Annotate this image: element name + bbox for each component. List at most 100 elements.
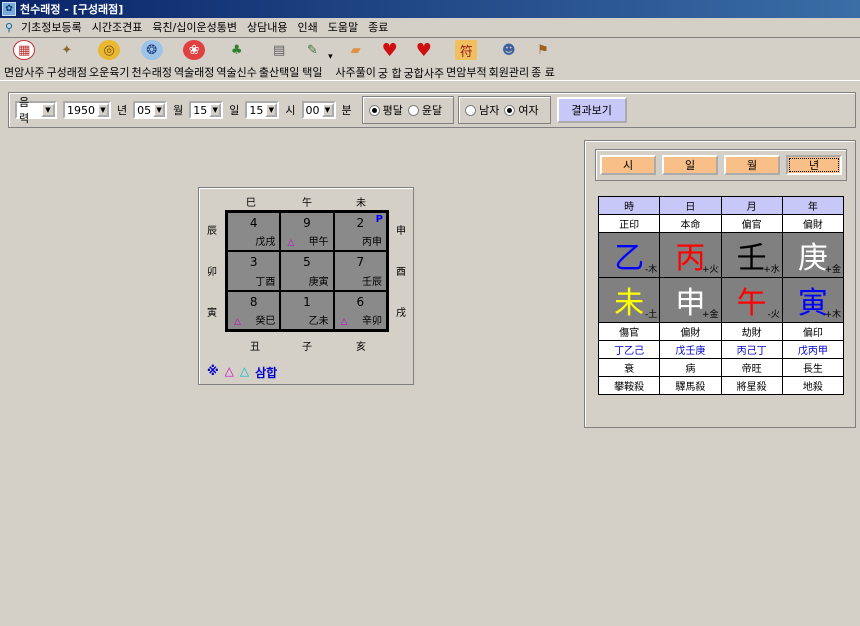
talisman-icon: 符 xyxy=(455,40,478,60)
palace-cell[interactable]: 4 戊戌 xyxy=(227,212,281,252)
tab-year[interactable]: 년 xyxy=(786,155,842,175)
ten-god-cell: 偏財 xyxy=(781,214,845,233)
toolbar-cheonsu-raejeong[interactable]: ❂ 천수래정 xyxy=(131,38,172,80)
pillar-tabs: 시 일 월 년 xyxy=(595,149,847,181)
samhap-legend: ※ △ △ 삼합 xyxy=(207,364,277,381)
life-stage-cell: 長生 xyxy=(781,358,845,377)
toolbar-member-management[interactable]: ☻ 회원관리 xyxy=(489,38,529,80)
toolbar-yeoksul-sinsu[interactable]: ♣ 역술신수 xyxy=(216,38,256,80)
month-unit-label: 월 xyxy=(173,104,184,117)
tab-day[interactable]: 일 xyxy=(662,155,718,175)
palace-cell[interactable]: 8 △ 癸巳 xyxy=(227,290,281,330)
menu-time-table[interactable]: 시간조견표 xyxy=(87,19,148,35)
stem-cell: 壬 +水 xyxy=(720,232,783,278)
calendar-icon: ▦ xyxy=(13,40,36,60)
toolbar-myeonam-saju[interactable]: ▦ 면암사주 xyxy=(4,38,44,80)
pillar-header: 時 xyxy=(597,196,661,215)
stem-cell: 庚 +金 xyxy=(781,232,845,278)
day-select[interactable]: 15 ▼ xyxy=(189,101,224,119)
show-result-button[interactable]: 결과보기 xyxy=(556,97,627,123)
life-stage-cell: 病 xyxy=(659,358,722,377)
toolbar-gunghap-saju[interactable]: ♥ 궁합사주 xyxy=(404,38,444,80)
menu-help[interactable]: 도움말 xyxy=(323,19,363,35)
branch-char: 未 xyxy=(614,286,645,321)
stem-cell: 乙 -木 xyxy=(597,232,661,278)
triangle-icon: △ xyxy=(340,316,348,327)
ten-god-cell: 偏財 xyxy=(659,322,722,341)
toolbar-myeonam-bujeok[interactable]: 符 면암부적 xyxy=(446,38,487,80)
palace-cell[interactable]: 7 壬辰 xyxy=(333,251,387,291)
toolbar-yeoksul-raejeong[interactable]: ❀ 역술래정 xyxy=(174,38,214,80)
palace-cell[interactable]: 2 P 丙申 xyxy=(333,212,387,252)
stem-char: 乙 xyxy=(614,241,645,276)
chevron-down-icon: ▼ xyxy=(41,103,55,117)
nine-star-board: 巳 午 未 辰 卯 寅 申 酉 戌 丑 子 亥 4 戊戌 9 △ 甲午 2 P 丙申 3丁… xyxy=(198,187,414,385)
pen-icon: ✎ xyxy=(306,42,318,58)
palace-cell[interactable]: 3 丁酉 xyxy=(227,251,281,291)
saju-panel: 시 일 월 년 時 日 月 年 正印 本命 偏官 偏財 乙 -木 丙 +火 壬 +水 … xyxy=(584,140,856,428)
toolbar-chulsan-taegil[interactable]: ▤ 출산택일 xyxy=(259,38,299,80)
hidden-stems-cell: 丁乙己 xyxy=(597,340,661,359)
chevron-down-icon: ▼ xyxy=(321,103,334,117)
tree-icon: ♣ xyxy=(230,42,243,58)
dir-right-top: 申 xyxy=(396,226,406,237)
normal-month-radio[interactable] xyxy=(368,104,380,116)
tab-month[interactable]: 월 xyxy=(724,155,780,175)
calendar-type-select[interactable]: 음력 ▼ xyxy=(15,96,57,125)
heart-icon: ♥ xyxy=(381,40,398,61)
flower-icon: ❀ xyxy=(183,40,206,60)
pillar-header: 日 xyxy=(659,196,722,215)
hour-unit-label: 시 xyxy=(285,104,296,117)
toolbar-gunghap[interactable]: ♥ 궁 합 xyxy=(378,38,402,80)
dropdown-arrow-icon[interactable]: ▾ xyxy=(325,38,335,62)
menu-bar: ⚲ 기초정보등록 시간조견표 육친/십이운성통변 상담내용 인쇄 도움말 종료 xyxy=(0,18,860,36)
leap-month-group: 평달 윤달 xyxy=(361,96,455,124)
chevron-down-icon: ▼ xyxy=(265,103,278,117)
minute-select[interactable]: 00 ▼ xyxy=(301,101,336,119)
leap-month-radio[interactable] xyxy=(407,104,419,116)
dir-right-middle: 酉 xyxy=(396,267,406,278)
toolbar-guseong-raejeom[interactable]: ✦ 구성래점 xyxy=(46,38,86,80)
hidden-stems-cell: 丙己丁 xyxy=(720,340,783,359)
toolbar-taegil[interactable]: ✎ 택일 xyxy=(301,38,323,80)
month-select[interactable]: 05 ▼ xyxy=(133,101,168,119)
ten-god-cell: 本命 xyxy=(659,214,722,233)
hour-select[interactable]: 15 ▼ xyxy=(245,101,280,119)
dir-left-top: 辰 xyxy=(207,226,217,237)
dir-bottom-center: 子 xyxy=(302,342,312,353)
branch-cell: 未 -土 xyxy=(597,277,661,323)
ten-god-cell: 偏印 xyxy=(781,322,845,341)
chevron-down-icon: ▼ xyxy=(97,103,109,117)
menu-print[interactable]: 인쇄 xyxy=(293,19,323,35)
nine-palace-grid: 4 戊戌 9 △ 甲午 2 P 丙申 3 丁酉 5 庚寅 7 壬辰 8 △ 癸巳 1 乙未 6 △ 辛卯 xyxy=(225,210,389,332)
palace-cell[interactable]: 6 △ 辛卯 xyxy=(333,290,387,330)
dir-bottom-left: 丑 xyxy=(250,342,260,353)
toolbar-oun-yukgi[interactable]: ◎ 오운육기 xyxy=(89,38,129,80)
menu-yukchin[interactable]: 육친/십이운성통변 xyxy=(147,19,242,35)
ten-god-cell: 偏官 xyxy=(720,214,783,233)
stem-char: 壬 xyxy=(736,241,767,276)
branch-char: 寅 xyxy=(797,286,828,321)
toolbar-exit[interactable]: ⚑ 종 료 xyxy=(531,38,555,80)
people-icon: ☻ xyxy=(502,42,516,58)
toolbar-saju-puri[interactable]: ▰ 사주풀이 xyxy=(335,38,375,80)
palace-cell[interactable]: 1 乙未 xyxy=(280,290,334,330)
dir-left-bottom: 寅 xyxy=(207,308,217,319)
magnifier-icon[interactable]: ⚲ xyxy=(2,20,16,34)
menu-exit[interactable]: 종료 xyxy=(363,19,393,35)
sal-cell: 將星殺 xyxy=(720,376,783,395)
triangle-icon: △ xyxy=(234,316,241,327)
tab-hour[interactable]: 시 xyxy=(600,155,656,175)
male-radio[interactable] xyxy=(465,104,477,116)
palace-cell[interactable]: 9 △ 甲午 xyxy=(280,212,334,252)
menu-basic-info[interactable]: 기초정보등록 xyxy=(16,19,87,35)
female-radio[interactable] xyxy=(504,104,516,116)
menu-consult[interactable]: 상담내용 xyxy=(242,19,292,35)
palace-cell[interactable]: 5 庚寅 xyxy=(280,251,334,291)
pillar-header: 月 xyxy=(720,196,783,215)
year-select[interactable]: 1950 ▼ xyxy=(63,101,111,119)
life-stage-cell: 帝旺 xyxy=(720,358,783,377)
sal-cell: 驛馬殺 xyxy=(659,376,722,395)
triangle-icon: △ xyxy=(239,364,250,378)
dir-bottom-right: 亥 xyxy=(356,342,366,353)
